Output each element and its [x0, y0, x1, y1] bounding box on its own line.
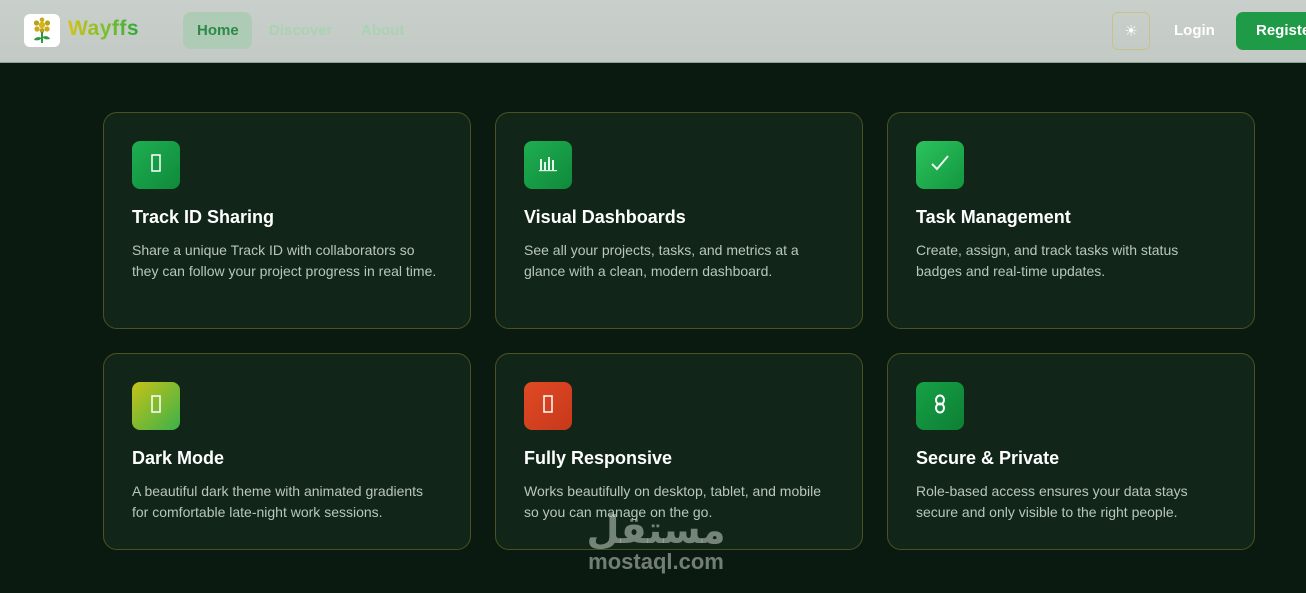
feature-card-track-id: Track ID Sharing Share a unique Track ID… — [103, 112, 471, 329]
feature-description: Share a unique Track ID with collaborato… — [132, 242, 437, 279]
feature-card-dark-mode: Dark Mode A beautiful dark theme with an… — [103, 353, 471, 550]
sun-icon: ☀ — [1124, 23, 1138, 40]
login-button[interactable]: Login — [1168, 12, 1221, 50]
feature-description: Create, assign, and track tasks with sta… — [916, 242, 1179, 279]
link-icon — [151, 153, 161, 177]
nav-link-home[interactable]: Home — [183, 12, 252, 49]
feature-icon-box — [916, 382, 964, 430]
feature-title: Track ID Sharing — [132, 207, 275, 227]
feature-title: Fully Responsive — [524, 448, 673, 468]
feature-card-fully-responsive: Fully Responsive Works beautifully on de… — [495, 353, 863, 550]
feature-title: Task Management — [916, 207, 1071, 227]
feature-icon-box — [916, 141, 964, 189]
feature-icon-box — [132, 141, 180, 189]
feature-description: See all your projects, tasks, and metric… — [524, 242, 799, 279]
top-navbar: Wayffs Home Discover About ☀ Login Regis… — [0, 0, 1306, 63]
mobile-icon — [543, 394, 553, 418]
nav-link-discover[interactable]: Discover — [255, 12, 346, 49]
bar-chart-icon — [538, 154, 558, 177]
theme-toggle-button[interactable]: ☀ — [1112, 12, 1150, 50]
check-icon — [930, 154, 950, 177]
feature-card-task-management: Task Management Create, assign, and trac… — [887, 112, 1255, 329]
feature-icon-box — [524, 141, 572, 189]
feature-description: Role-based access ensures your data stay… — [916, 483, 1188, 520]
register-button[interactable]: Register — [1236, 12, 1306, 50]
feature-description: A beautiful dark theme with animated gra… — [132, 483, 424, 520]
brand-logo[interactable] — [24, 14, 60, 47]
feature-icon-box — [524, 382, 572, 430]
feature-description: Works beautifully on desktop, tablet, an… — [524, 483, 822, 520]
nav-link-about[interactable]: About — [347, 12, 418, 49]
moon-icon — [151, 394, 161, 418]
feature-card-visual-dashboards: Visual Dashboards See all your projects,… — [495, 112, 863, 329]
feature-title: Secure & Private — [916, 448, 1060, 468]
brand-name[interactable]: Wayffs — [68, 17, 139, 41]
feature-title: Visual Dashboards — [524, 207, 686, 227]
feature-title: Dark Mode — [132, 448, 225, 468]
lock-icon — [933, 394, 947, 419]
feature-card-secure-private: Secure & Private Role-based access ensur… — [887, 353, 1255, 550]
feature-icon-box — [132, 382, 180, 430]
watermark-latin: mostaql.com — [588, 549, 724, 574]
flower-logo-icon — [33, 17, 51, 43]
